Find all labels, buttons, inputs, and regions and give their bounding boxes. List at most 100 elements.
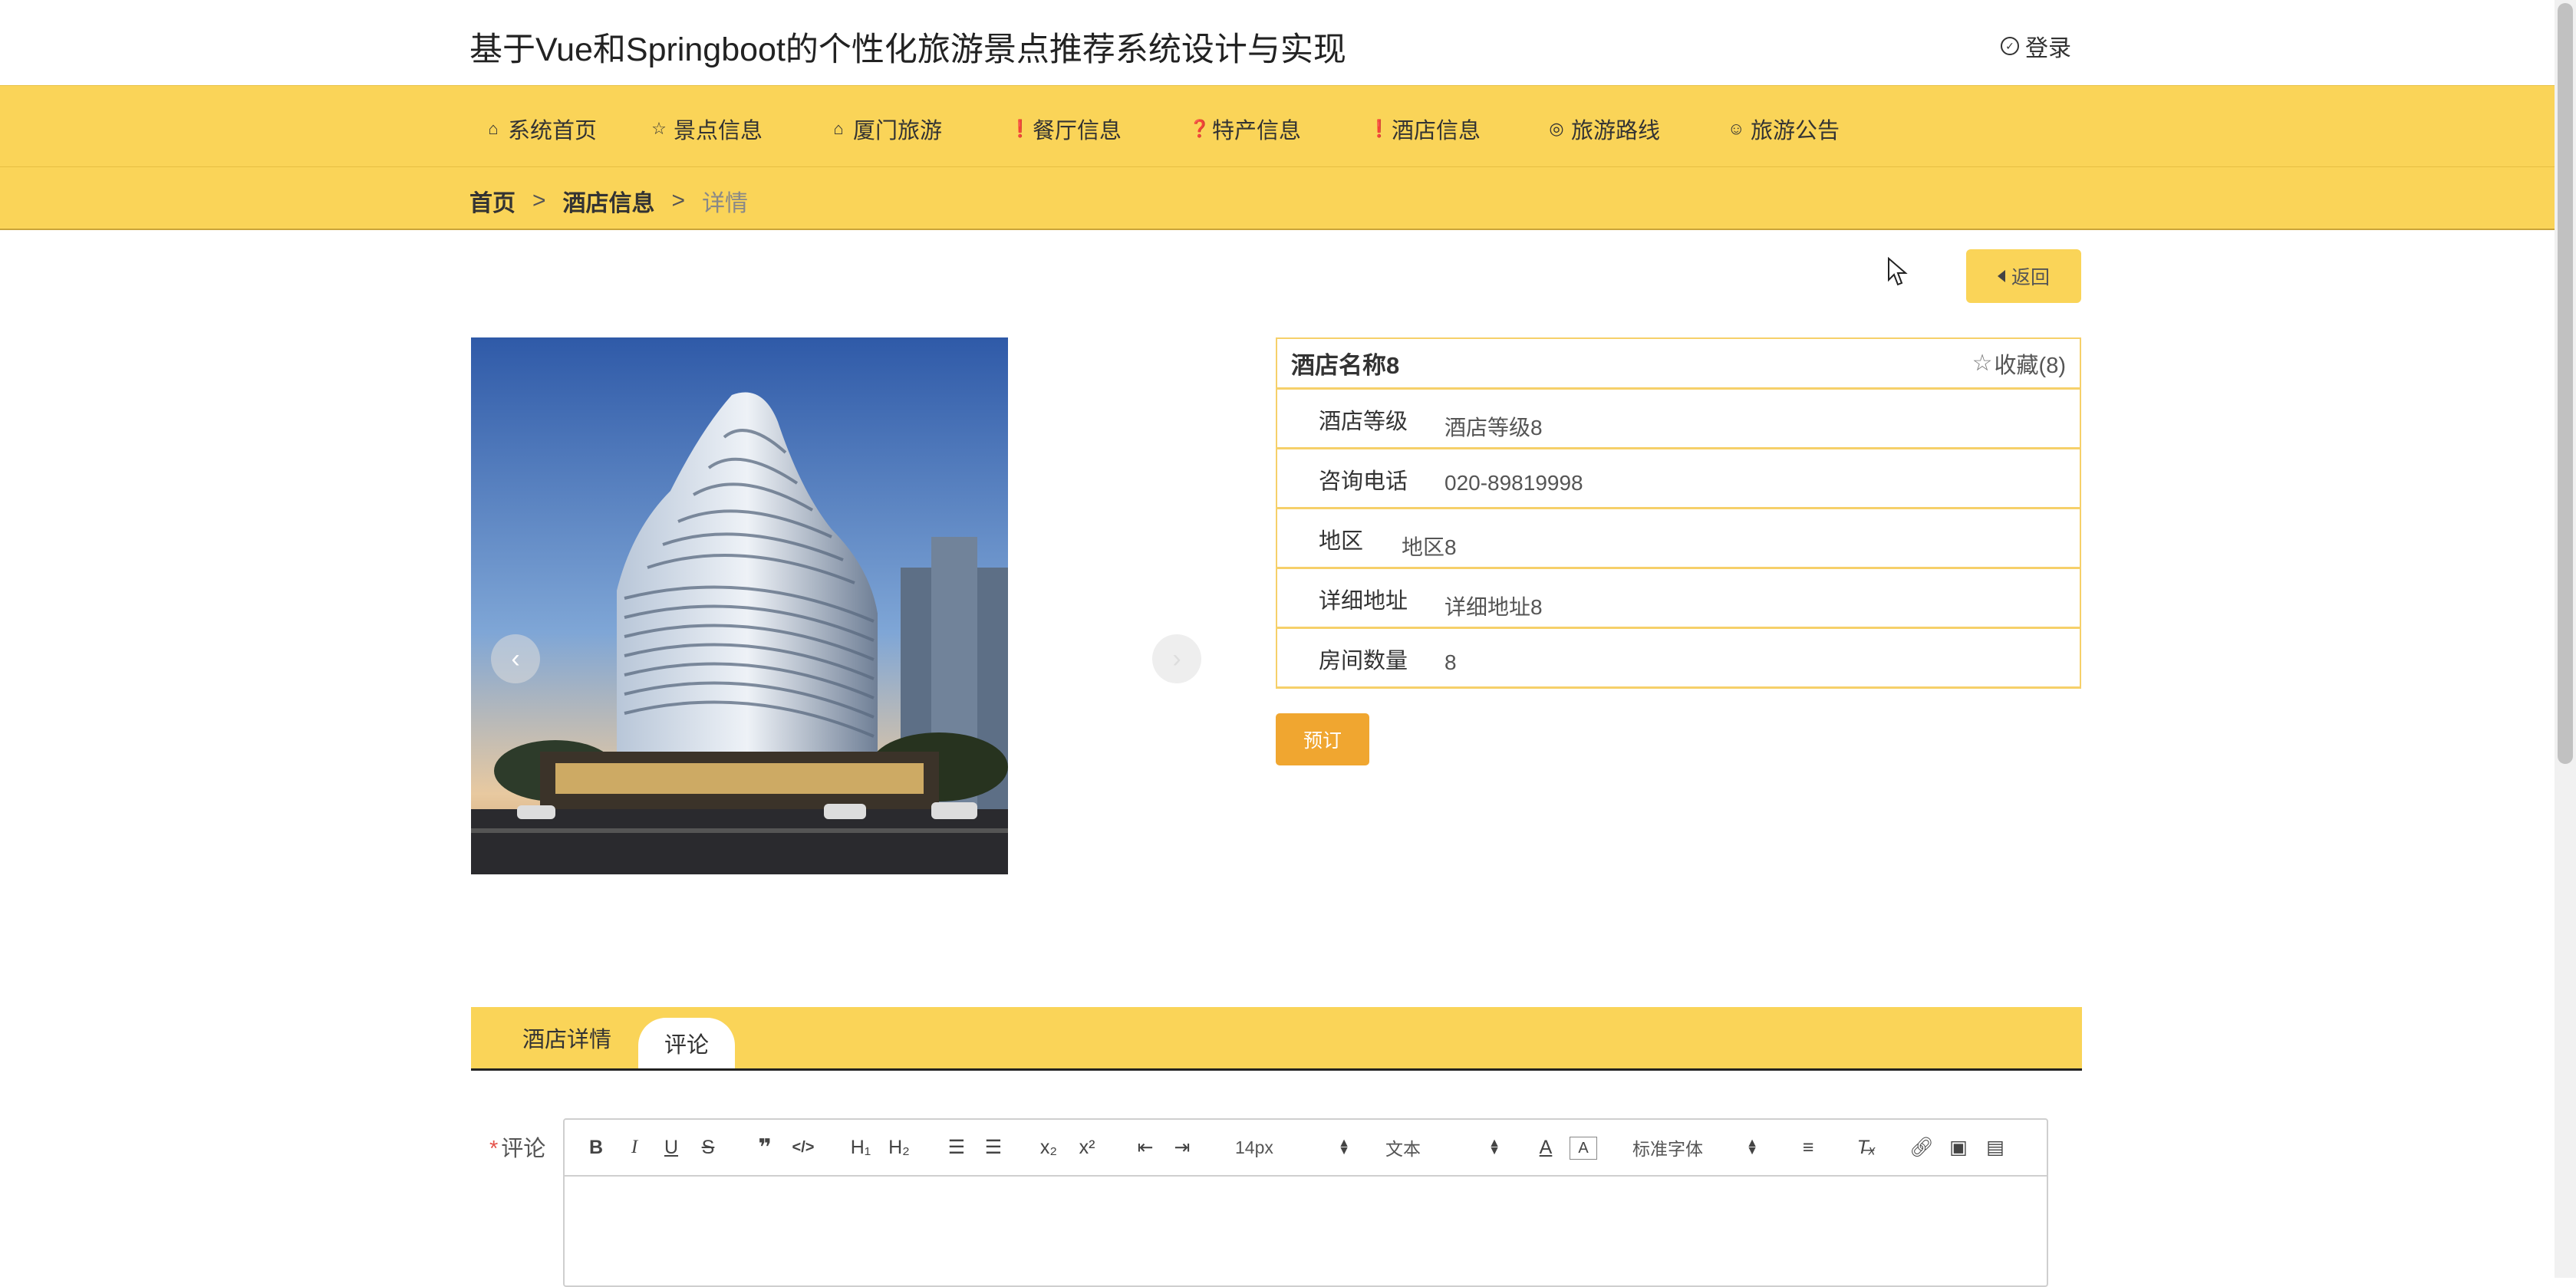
- info-icon: ❗: [1369, 119, 1390, 138]
- nav-item-label: 旅游路线: [1571, 119, 1661, 143]
- background-color-icon[interactable]: A: [1570, 1137, 1597, 1160]
- caret-left-icon: [1997, 270, 2005, 282]
- nav-item-label: 餐厅信息: [1033, 119, 1122, 143]
- detail-tabs: 酒店详情 评论: [471, 1007, 2082, 1071]
- indent-icon[interactable]: ⇥: [1169, 1132, 1195, 1163]
- heading-select[interactable]: 文本 ▲ ▼: [1385, 1132, 1500, 1163]
- target-icon: ◎: [1549, 119, 1564, 138]
- home-icon: ⌂: [488, 119, 499, 138]
- detail-label: 详细地址: [1319, 589, 1408, 614]
- detail-label: 咨询电话: [1319, 469, 1408, 494]
- back-button-label: 返回: [2011, 267, 2050, 288]
- scrollbar-thumb[interactable]: [2558, 3, 2573, 764]
- carousel-prev-button[interactable]: ‹: [491, 634, 540, 683]
- detail-value: 020-89819998: [1444, 471, 1583, 495]
- subscript-icon[interactable]: x₂: [1036, 1132, 1062, 1163]
- detail-label: 酒店等级: [1319, 410, 1408, 434]
- clear-format-icon[interactable]: T̶ₓ: [1853, 1132, 1879, 1163]
- ordered-list-icon[interactable]: ☰: [944, 1132, 970, 1163]
- font-family-select[interactable]: 标准字体 ▲ ▼: [1632, 1132, 1758, 1163]
- font-family-value: 标准字体: [1632, 1139, 1703, 1159]
- nav-item-label: 系统首页: [508, 119, 598, 143]
- hotel-detail-header: 酒店名称8 ☆ 收藏(8): [1276, 337, 2081, 390]
- link-icon[interactable]: 🔗︎: [1909, 1132, 1935, 1163]
- breadcrumb-bar: [0, 166, 2555, 230]
- text-color-icon[interactable]: A: [1533, 1132, 1559, 1163]
- heading-1-icon[interactable]: H₁: [845, 1132, 876, 1163]
- breadcrumb-home[interactable]: 首页: [469, 184, 516, 218]
- smile-icon: ☺: [1728, 119, 1745, 138]
- nav-item-label: 厦门旅游: [853, 119, 943, 143]
- font-size-select[interactable]: 14px ▲ ▼: [1235, 1132, 1350, 1163]
- hotel-image: [471, 337, 1008, 874]
- heading-value: 文本: [1385, 1139, 1421, 1159]
- nav-item-label: 旅游公告: [1751, 119, 1840, 143]
- favorite-button[interactable]: ☆ 收藏(8): [1972, 347, 2066, 380]
- nav-item-label: 特产信息: [1212, 119, 1302, 143]
- star-outline-icon: ☆: [1972, 351, 1993, 376]
- detail-value: 地区8: [1402, 535, 1457, 559]
- editor-toolbar: B I U S ❞ </> H₁ H₂ ☰ ☰ x₂ x² ⇤ ⇥ 14px ▲…: [565, 1120, 2047, 1177]
- login-label: 登录: [2025, 36, 2071, 61]
- book-button[interactable]: 预订: [1276, 713, 1369, 765]
- nav-item-restaurants[interactable]: ❗ 餐厅信息: [1010, 113, 1122, 145]
- image-icon[interactable]: ▣: [1945, 1132, 1972, 1163]
- comment-editor: B I U S ❞ </> H₁ H₂ ☰ ☰ x₂ x² ⇤ ⇥ 14px ▲…: [563, 1118, 2048, 1287]
- bullet-list-icon[interactable]: ☰: [980, 1132, 1006, 1163]
- nav-item-xiamen[interactable]: ⌂ 厦门旅游: [830, 113, 942, 145]
- outdent-icon[interactable]: ⇤: [1132, 1132, 1158, 1163]
- breadcrumb-section[interactable]: 酒店信息: [563, 184, 655, 218]
- carousel-next-button[interactable]: ›: [1152, 634, 1201, 683]
- nav-item-label: 酒店信息: [1392, 119, 1481, 143]
- nav-item-specialties[interactable]: ❓ 特产信息: [1189, 113, 1301, 145]
- info-icon: ❗: [1010, 119, 1031, 138]
- breadcrumb-separator: >: [532, 188, 546, 213]
- detail-value: 8: [1444, 650, 1457, 674]
- detail-label: 房间数量: [1319, 649, 1408, 673]
- italic-icon[interactable]: I: [623, 1132, 646, 1163]
- tab-comments[interactable]: 评论: [638, 1018, 735, 1068]
- nav-item-attractions[interactable]: ☆ 景点信息: [651, 113, 763, 145]
- strikethrough-icon[interactable]: S: [697, 1132, 720, 1163]
- select-arrows-icon: ▲ ▼: [1338, 1137, 1350, 1157]
- back-button[interactable]: 返回: [1966, 249, 2081, 303]
- detail-label: 地区: [1319, 529, 1364, 554]
- tab-hotel-detail[interactable]: 酒店详情: [509, 1007, 624, 1068]
- hotel-building-image: [471, 337, 1008, 874]
- select-arrows-icon: ▲ ▼: [1488, 1137, 1500, 1157]
- select-arrows-icon: ▲ ▼: [1746, 1137, 1758, 1157]
- login-link[interactable]: ✓ 登录: [2001, 29, 2071, 63]
- breadcrumb: 首页 > 酒店信息 > 详情: [469, 184, 748, 218]
- mouse-pointer-icon: [1888, 257, 1908, 286]
- font-size-value: 14px: [1235, 1137, 1273, 1157]
- nav-item-notices[interactable]: ☺ 旅游公告: [1728, 113, 1840, 145]
- superscript-icon[interactable]: x²: [1074, 1132, 1100, 1163]
- site-title: 基于Vue和Springboot的个性化旅游景点推荐系统设计与实现: [469, 31, 1346, 68]
- hotel-name: 酒店名称8: [1291, 352, 1400, 379]
- main-nav: ⌂ 系统首页 ☆ 景点信息 ⌂ 厦门旅游 ❗ 餐厅信息 ❓ 特产信息 ❗ 酒店信…: [0, 85, 2555, 167]
- underline-icon[interactable]: U: [660, 1132, 683, 1163]
- detail-row-address: 详细地址 详细地址8: [1276, 569, 2081, 629]
- nav-item-hotels[interactable]: ❗ 酒店信息: [1369, 113, 1481, 145]
- nav-item-home[interactable]: ⌂ 系统首页: [485, 113, 597, 145]
- detail-row-phone: 咨询电话 020-89819998: [1276, 449, 2081, 509]
- detail-value: 详细地址8: [1444, 595, 1543, 619]
- nav-item-routes[interactable]: ◎ 旅游路线: [1548, 113, 1660, 145]
- detail-value: 酒店等级8: [1444, 416, 1543, 439]
- breadcrumb-current: 详情: [702, 191, 749, 216]
- code-block-icon[interactable]: </>: [790, 1132, 816, 1163]
- comment-field-label: * 评论: [489, 1131, 545, 1163]
- star-icon: ☆: [651, 119, 667, 138]
- detail-row-level: 酒店等级 酒店等级8: [1276, 390, 2081, 449]
- breadcrumb-separator: >: [671, 188, 686, 213]
- detail-row-region: 地区 地区8: [1276, 509, 2081, 569]
- bold-icon[interactable]: B: [585, 1132, 608, 1163]
- detail-row-rooms: 房间数量 8: [1276, 629, 2081, 689]
- video-icon[interactable]: ▤: [1982, 1132, 2008, 1163]
- required-mark: *: [489, 1137, 499, 1161]
- heading-2-icon[interactable]: H₂: [884, 1132, 914, 1163]
- nav-item-label: 景点信息: [674, 119, 763, 143]
- check-circle-icon: ✓: [2001, 37, 2019, 55]
- blockquote-icon[interactable]: ❞: [752, 1132, 778, 1163]
- align-icon[interactable]: ≡: [1795, 1132, 1821, 1163]
